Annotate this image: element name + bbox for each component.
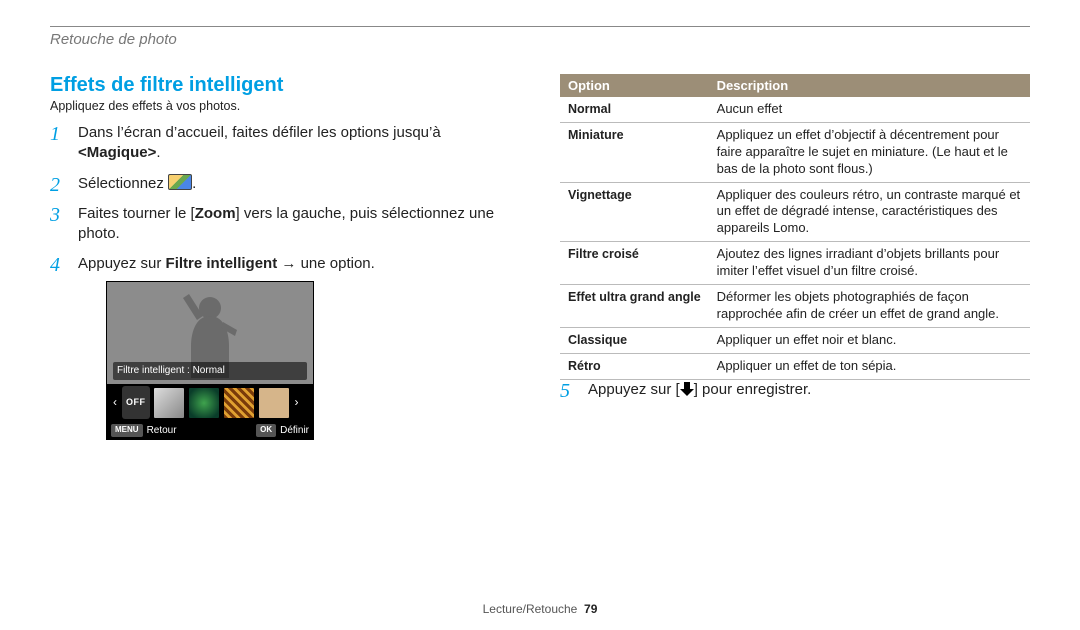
chevron-right-icon[interactable]: › bbox=[293, 394, 301, 410]
step-text: Appuyez sur [ bbox=[588, 381, 680, 398]
table-row: Filtre croiséAjoutez des lignes irradian… bbox=[560, 242, 1030, 285]
option-desc: Appliquer des couleurs rétro, un contras… bbox=[709, 182, 1030, 242]
step-3: Faites tourner le [Zoom] vers la gauche,… bbox=[50, 204, 520, 245]
right-column: Option Description NormalAucun effetMini… bbox=[560, 74, 1030, 450]
magic-icon bbox=[168, 174, 192, 190]
filter-strip: ‹ OFF › bbox=[107, 384, 313, 422]
table-row: NormalAucun effet bbox=[560, 97, 1030, 122]
option-name: Classique bbox=[560, 327, 709, 353]
option-name: Rétro bbox=[560, 353, 709, 379]
ok-label: Définir bbox=[280, 424, 309, 438]
intro-text: Appliquez des effets à vos photos. bbox=[50, 99, 520, 113]
option-desc: Appliquer un effet de ton sépia. bbox=[709, 353, 1030, 379]
option-name: Normal bbox=[560, 97, 709, 122]
footer-page: 79 bbox=[584, 602, 597, 616]
option-name: Miniature bbox=[560, 122, 709, 182]
top-border bbox=[50, 26, 1030, 27]
options-tbody: NormalAucun effetMiniatureAppliquez un e… bbox=[560, 97, 1030, 379]
camera-preview: Filtre intelligent : Normal ‹ OFF › MENU… bbox=[106, 281, 314, 441]
step-text: Faites tourner le [ bbox=[78, 205, 195, 222]
step-4: Appuyez sur Filtre intelligent → une opt… bbox=[50, 254, 520, 440]
step-2: Sélectionnez . bbox=[50, 174, 520, 194]
step-text: Dans l’écran d’accueil, faites défiler l… bbox=[78, 124, 441, 141]
page-footer: Lecture/Retouche 79 bbox=[0, 602, 1080, 616]
table-row: ClassiqueAppliquer un effet noir et blan… bbox=[560, 327, 1030, 353]
option-desc: Appliquez un effet d’objectif à décentre… bbox=[709, 122, 1030, 182]
col-option-header: Option bbox=[560, 74, 709, 97]
back-label: Retour bbox=[147, 424, 177, 438]
step-text-end: . bbox=[156, 144, 160, 161]
step-text-end: ] pour enregistrer. bbox=[694, 381, 812, 398]
step-text: Appuyez sur bbox=[78, 255, 166, 272]
option-name: Filtre croisé bbox=[560, 242, 709, 285]
option-desc: Aucun effet bbox=[709, 97, 1030, 122]
chevron-left-icon[interactable]: ‹ bbox=[111, 394, 119, 410]
breadcrumb: Retouche de photo bbox=[50, 31, 1030, 48]
table-row: RétroAppliquer un effet de ton sépia. bbox=[560, 353, 1030, 379]
option-name: Vignettage bbox=[560, 182, 709, 242]
left-column: Effets de filtre intelligent Appliquez d… bbox=[50, 74, 520, 450]
menu-button-chip[interactable]: MENU bbox=[111, 424, 143, 437]
options-table: Option Description NormalAucun effetMini… bbox=[560, 74, 1030, 380]
steps-list: Dans l’écran d’accueil, faites défiler l… bbox=[50, 123, 520, 440]
step-bold: Zoom bbox=[195, 205, 236, 222]
filter-thumb-2[interactable] bbox=[188, 387, 220, 419]
step-1: Dans l’écran d’accueil, faites défiler l… bbox=[50, 123, 520, 164]
preview-caption: Filtre intelligent : Normal bbox=[113, 362, 307, 380]
ok-button-chip[interactable]: OK bbox=[256, 424, 276, 437]
filter-off-chip[interactable]: OFF bbox=[122, 386, 150, 418]
option-desc: Appliquer un effet noir et blanc. bbox=[709, 327, 1030, 353]
filter-thumb-3[interactable] bbox=[223, 387, 255, 419]
option-name: Effet ultra grand angle bbox=[560, 285, 709, 328]
footer-section: Lecture/Retouche bbox=[483, 602, 578, 616]
filter-thumb-4[interactable] bbox=[258, 387, 290, 419]
table-row: MiniatureAppliquez un effet d’objectif à… bbox=[560, 122, 1030, 182]
section-title: Effets de filtre intelligent bbox=[50, 74, 520, 97]
table-row: VignettageAppliquer des couleurs rétro, … bbox=[560, 182, 1030, 242]
download-icon bbox=[680, 382, 694, 396]
steps-list-cont: Appuyez sur [ ] pour enregistrer. bbox=[560, 380, 1030, 400]
step-text: Sélectionnez bbox=[78, 175, 168, 192]
step-text-end: . bbox=[192, 175, 196, 192]
preview-image: Filtre intelligent : Normal bbox=[107, 282, 313, 384]
step-5: Appuyez sur [ ] pour enregistrer. bbox=[560, 380, 1030, 400]
col-desc-header: Description bbox=[709, 74, 1030, 97]
preview-bottom-bar: MENU Retour OK Définir bbox=[107, 422, 313, 440]
filter-thumb-1[interactable] bbox=[153, 387, 185, 419]
table-row: Effet ultra grand angleDéformer les obje… bbox=[560, 285, 1030, 328]
step-bold: Filtre intelligent bbox=[166, 255, 278, 272]
option-desc: Ajoutez des lignes irradiant d’objets br… bbox=[709, 242, 1030, 285]
step-bold: <Magique> bbox=[78, 144, 156, 161]
step-text-end: → une option. bbox=[277, 255, 375, 272]
option-desc: Déformer les objets photographiés de faç… bbox=[709, 285, 1030, 328]
